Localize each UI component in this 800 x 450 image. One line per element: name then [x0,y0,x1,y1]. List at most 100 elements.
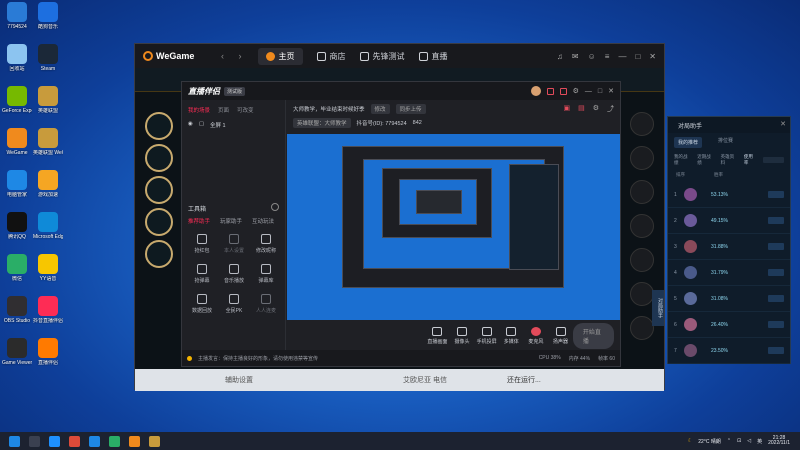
server-select[interactable]: 艾欧尼亚 电信 [403,375,447,385]
history-arrows[interactable]: ‹ › [221,51,248,61]
mail-icon[interactable]: ✉ [572,52,579,61]
detail-button[interactable] [768,191,784,198]
desktop-icon[interactable]: 英雄联盟 WeGame版 [33,128,63,156]
desktop-icon[interactable]: 酷狗音乐 [33,2,63,30]
desktop-icon[interactable]: OBS Studio [2,296,32,324]
toolbox-more-icon[interactable] [271,203,279,211]
toolbox-item[interactable]: 本人设置 [218,234,250,254]
toolbox-item[interactable]: 全民PK [218,294,250,314]
edit-title-button[interactable]: 修改 [370,104,390,114]
network-icon[interactable]: ⊡ [737,438,741,444]
avatar[interactable] [530,86,541,96]
wegame-tab-live[interactable]: 直播 [418,51,448,62]
wegame-tab-store[interactable]: 商店 [316,51,346,62]
desktop-icon[interactable]: 电脑管家 [2,170,32,198]
start-live-button[interactable]: 开始直播 [572,323,614,349]
toolbox-item[interactable]: 数据回放 [186,294,218,314]
wegame-tab-pioneer-test[interactable]: 先锋测试 [359,51,405,62]
search-input[interactable] [762,157,784,163]
source-tool-button[interactable]: 多媒体 [499,327,524,345]
table-row[interactable]: 2 49.15% [668,208,790,234]
taskbar-app-icon[interactable] [129,435,140,447]
wegame-logo[interactable]: WeGame [143,51,221,61]
source-tool-button[interactable]: 直播画面 [425,327,450,345]
clock[interactable]: 21:28 2022/11/1 [768,436,790,446]
toolbox-item[interactable]: 抢弹幕 [186,264,218,284]
wegame-tab-home[interactable]: 主页 [257,47,303,65]
desktop-icon[interactable]: Game Viewer [2,338,32,366]
table-row[interactable]: 3 31.88% [668,234,790,260]
desktop-icon[interactable]: 游戏加速 [33,170,63,198]
table-row[interactable]: 1 53.13% [668,182,790,208]
desktop-icon[interactable]: Microsoft Edge [33,212,63,240]
taskbar-app-icon[interactable] [49,435,60,447]
detail-button[interactable] [768,347,784,354]
table-row[interactable]: 6 26.40% [668,312,790,338]
lock-icon[interactable]: ▢ [199,121,204,129]
notification-icon[interactable]: ♫ [557,52,563,61]
eye-icon[interactable]: ◉ [188,121,193,129]
source-tool-button[interactable]: 扬声器 [548,327,573,345]
volume-icon[interactable]: ◁ [747,438,751,444]
table-row[interactable]: 4 31.79% [668,260,790,286]
user-icon[interactable]: ☺ [588,52,596,61]
tab-usage[interactable]: 使用率 [744,154,757,166]
toolbox-item[interactable]: 修改昵称 [250,234,282,254]
toolbox-item[interactable]: 音乐播放 [218,264,250,284]
desktop-icon[interactable]: 英雄联盟 [33,86,63,114]
tab-my-recommend[interactable]: 我的推荐 [674,137,703,148]
lol-mode-icon[interactable] [145,176,173,204]
desktop-icon[interactable]: 抖音直播伴侣 [33,296,63,324]
table-row[interactable]: 7 23.50% [668,338,790,364]
minimize-icon[interactable]: — [618,52,626,61]
source-tool-button[interactable]: 摄像头 [450,327,475,345]
toolbox-item[interactable]: 抢红包 [186,234,218,254]
detail-button[interactable] [768,269,784,276]
sync-button[interactable]: 同步上传 [395,104,426,114]
desktop-icon[interactable]: 直播伴侣 [33,338,63,366]
source-tool-button[interactable]: 手机投屏 [474,327,499,345]
taskbar-app-icon[interactable] [149,435,160,447]
start-button[interactable] [9,435,20,447]
helper-side-tab[interactable]: 对局助手 [652,290,664,326]
lol-mode-icon[interactable] [145,144,173,172]
desktop-icon[interactable]: Steam [33,44,63,72]
settings-icon[interactable]: ⚙ [593,104,599,114]
lol-friend-avatar[interactable] [630,316,654,340]
lol-friend-avatar[interactable] [630,180,654,204]
tab-interactive[interactable]: 互动玩法 [252,217,274,225]
source-tool-button[interactable]: 麦克风 [524,327,549,345]
tab-player-tools[interactable]: 玩家助手 [220,217,242,225]
tab-my-record[interactable]: 我的战绩 [674,154,691,166]
notification-icon[interactable] [546,87,554,95]
tab-editable[interactable]: 可改变 [237,106,254,114]
category-tag[interactable]: 英雄联盟：大师教学 [293,118,351,128]
lol-mode-icon[interactable] [145,240,173,268]
settings-icon[interactable]: ⚙ [573,87,579,95]
task-view-icon[interactable] [29,435,40,447]
lol-mode-icon[interactable] [145,112,173,140]
tab-recent[interactable]: 近期战绩 [697,154,714,166]
toolbox-item[interactable]: 人人连麦 [250,294,282,314]
tab-my-scenes[interactable]: 我的场景 [188,106,210,114]
detail-button[interactable] [768,295,784,302]
lol-friend-avatar[interactable] [630,282,654,306]
lol-friend-avatar[interactable] [630,248,654,272]
taskbar-app-icon[interactable] [89,435,100,447]
desktop-icon[interactable]: WeGame [2,128,32,156]
close-icon[interactable]: ✕ [649,52,656,61]
tab-hero-info[interactable]: 英雄资料 [721,154,738,166]
minimize-icon[interactable]: — [585,88,592,95]
lol-mode-icon[interactable] [145,208,173,236]
desktop-icon[interactable]: 回收站 [2,44,32,72]
detail-button[interactable] [768,243,784,250]
gift-icon[interactable]: ▣ [563,104,570,114]
desktop-icon[interactable]: 微信 [2,254,32,282]
desktop-icon[interactable]: YY语音 [33,254,63,282]
tray-arrow-icon[interactable]: ⌃ [727,438,731,444]
lol-friend-avatar[interactable] [630,146,654,170]
maximize-icon[interactable]: □ [598,88,602,95]
menu-icon[interactable]: ≡ [605,52,610,61]
desktop-icon[interactable]: 7794524 [2,2,32,30]
dm-icon[interactable]: ▤ [578,104,585,114]
